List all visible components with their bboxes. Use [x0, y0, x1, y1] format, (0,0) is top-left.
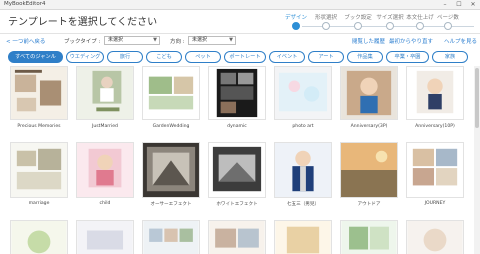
template-caption: child — [99, 201, 111, 206]
template-card[interactable] — [274, 220, 332, 254]
dynamic-thumbnail-icon — [209, 67, 265, 119]
step-dot-book — [354, 22, 362, 30]
template-card-anniversary-3p[interactable] — [340, 66, 398, 120]
template-card[interactable] — [208, 220, 266, 254]
template-thumbnail-icon — [407, 221, 463, 254]
template-card-photo-art[interactable] — [274, 66, 332, 120]
template-card-marriage[interactable] — [10, 142, 68, 198]
template-caption: JOURNEY — [424, 201, 446, 206]
template-grid: Precious Memories JustMarried GardenWedd… — [0, 66, 476, 254]
template-caption: アウトドア — [357, 202, 381, 207]
back-link[interactable]: < 一つ前へ戻る — [6, 37, 45, 45]
minimize-button[interactable]: – — [438, 0, 452, 10]
template-caption: JustMarried — [92, 124, 118, 129]
chevron-down-icon: ▼ — [153, 37, 157, 43]
marriage-thumbnail-icon — [11, 143, 67, 197]
template-thumbnail-icon — [209, 221, 265, 254]
tab-graduation[interactable]: 卒業・卒園 — [386, 51, 429, 63]
garden-wedding-thumbnail-icon — [143, 67, 199, 119]
template-card-journey[interactable] — [406, 142, 464, 198]
scrollbar-thumb[interactable] — [475, 68, 479, 128]
template-card-outdoor[interactable] — [340, 142, 398, 198]
orientation-value: 未選択 — [192, 37, 208, 43]
template-card-dynamic[interactable] — [208, 66, 266, 120]
tab-family[interactable]: 家族 — [432, 51, 468, 63]
template-caption: Anniversary(10P) — [415, 124, 455, 129]
close-button[interactable]: ✕ — [466, 0, 480, 10]
page-title: テンプレートを選択してください — [8, 17, 158, 28]
outdoor-thumbnail-icon — [341, 143, 397, 197]
tab-pets[interactable]: ペット — [185, 51, 221, 63]
chevron-down-icon: ▼ — [229, 37, 233, 43]
window-titlebar: MyBookEditor4 – ☐ ✕ — [0, 0, 480, 10]
template-card-precious-memories[interactable] — [10, 66, 68, 120]
window-title: MyBookEditor4 — [4, 1, 46, 7]
step-dot-pages — [444, 22, 452, 30]
template-caption: Anniversary(3P) — [350, 124, 388, 129]
tab-travel[interactable]: 旅行 — [107, 51, 143, 63]
template-caption: Precious Memories — [17, 124, 61, 129]
template-card[interactable] — [406, 220, 464, 254]
template-card-garden-wedding[interactable] — [142, 66, 200, 120]
step-dot-size — [386, 22, 394, 30]
scrollbar[interactable] — [474, 66, 480, 254]
book-type-value: 未選択 — [108, 37, 124, 43]
tab-event[interactable]: イベント — [269, 51, 305, 63]
book-type-label: ブックタイプ : — [64, 39, 101, 45]
template-card-anniversary-10p[interactable] — [406, 66, 464, 120]
sepia-effect-thumbnail-icon — [143, 143, 199, 197]
template-card-just-married[interactable] — [76, 66, 134, 120]
anniversary-10p-thumbnail-icon — [407, 67, 463, 119]
step-label-pages: ページ数 — [437, 15, 459, 21]
template-card-sepia-effect[interactable] — [142, 142, 200, 198]
journey-thumbnail-icon — [407, 143, 463, 197]
header-divider — [0, 33, 480, 34]
tab-wedding[interactable]: ウエディング — [66, 51, 104, 63]
tab-kids[interactable]: こども — [146, 51, 182, 63]
step-dot-shape — [322, 22, 330, 30]
anniversary-3p-thumbnail-icon — [341, 67, 397, 119]
template-thumbnail-icon — [275, 221, 331, 254]
tab-portrait[interactable]: ポートレート — [224, 51, 266, 63]
help-link[interactable]: ヘルプを見る — [444, 37, 477, 45]
just-married-thumbnail-icon — [77, 67, 133, 119]
start-over-link[interactable]: 最初からやり直す — [389, 37, 433, 45]
maximize-button[interactable]: ☐ — [452, 0, 466, 10]
tab-all-genres[interactable]: すべてのジャンル — [8, 51, 63, 63]
history-link[interactable]: 閲覧した履歴 — [352, 37, 385, 45]
photo-art-thumbnail-icon — [275, 67, 331, 119]
template-caption: オーサーエフェクト — [150, 202, 192, 207]
template-card-shichigosan-boy[interactable] — [274, 142, 332, 198]
book-type-select[interactable]: 未選択 ▼ — [104, 36, 160, 45]
template-thumbnail-icon — [143, 221, 199, 254]
template-card-white-effect[interactable] — [208, 142, 266, 198]
tab-art[interactable]: アート — [308, 51, 344, 63]
template-card[interactable] — [142, 220, 200, 254]
template-thumbnail-icon — [11, 221, 67, 254]
template-caption: GardenWedding — [152, 124, 190, 129]
template-caption: marriage — [28, 201, 50, 206]
white-effect-thumbnail-icon — [209, 143, 265, 197]
orientation-select[interactable]: 未選択 ▼ — [188, 36, 236, 45]
template-thumbnail-icon — [341, 221, 397, 254]
template-caption: dynamic — [227, 124, 247, 129]
template-card[interactable] — [10, 220, 68, 254]
step-dot-design — [292, 22, 300, 30]
shichigosan-boy-thumbnail-icon — [275, 143, 331, 197]
step-dot-finish — [416, 22, 424, 30]
template-card-child[interactable] — [76, 142, 134, 198]
template-caption: ホワイトエフェクト — [216, 202, 258, 207]
precious-memories-thumbnail-icon — [11, 67, 67, 119]
template-caption: photo art — [292, 124, 314, 129]
template-thumbnail-icon — [77, 221, 133, 254]
orientation-label: 方向 : — [170, 39, 185, 45]
tab-portfolio[interactable]: 作品集 — [347, 51, 383, 63]
template-card[interactable] — [340, 220, 398, 254]
child-thumbnail-icon — [77, 143, 133, 197]
template-card[interactable] — [76, 220, 134, 254]
template-caption: 七五三（男児） — [286, 202, 320, 207]
